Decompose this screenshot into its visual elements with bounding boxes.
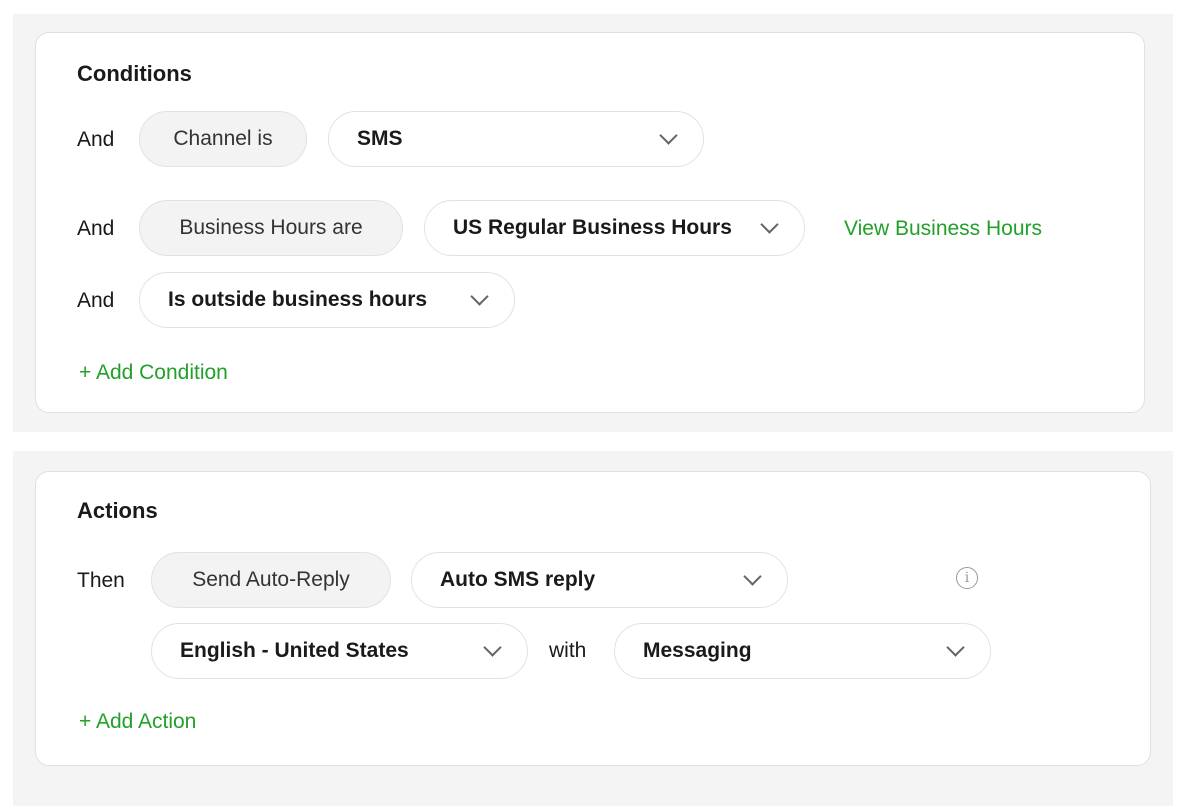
- chevron-down-icon: [483, 637, 502, 657]
- hours-status-select[interactable]: Is outside business hours: [139, 272, 515, 328]
- condition-connector: And: [77, 289, 115, 312]
- business-hours-value: US Regular Business Hours: [453, 216, 732, 239]
- add-action-button[interactable]: + Add Action: [79, 710, 196, 734]
- condition-connector: And: [77, 217, 115, 240]
- conditions-title: Conditions: [77, 61, 192, 86]
- condition-connector: And: [77, 128, 115, 151]
- language-value: English - United States: [180, 639, 409, 662]
- action-connector: Then: [77, 569, 125, 592]
- reply-select[interactable]: Auto SMS reply: [411, 552, 788, 608]
- conditions-panel: Conditions And Channel is SMS And Busine…: [13, 14, 1173, 432]
- chevron-down-icon: [659, 125, 678, 145]
- condition-field-business-hours[interactable]: Business Hours are: [139, 200, 403, 256]
- reply-value: Auto SMS reply: [440, 568, 596, 591]
- chevron-down-icon: [470, 286, 489, 306]
- condition-field-channel[interactable]: Channel is: [139, 111, 307, 167]
- hours-status-value: Is outside business hours: [168, 288, 428, 311]
- view-business-hours-link[interactable]: View Business Hours: [844, 217, 1042, 241]
- channel-value: SMS: [357, 127, 403, 150]
- chevron-down-icon: [946, 637, 965, 657]
- action-type-pill[interactable]: Send Auto-Reply: [151, 552, 391, 608]
- condition-field-label: Channel is: [173, 127, 273, 150]
- condition-field-label: Business Hours are: [179, 216, 363, 239]
- add-condition-button[interactable]: + Add Condition: [79, 361, 228, 385]
- conditions-card: Conditions And Channel is SMS And Busine…: [35, 32, 1145, 413]
- with-label: with: [549, 639, 587, 662]
- info-icon[interactable]: i: [956, 567, 978, 589]
- actions-panel: Actions Then Send Auto-Reply Auto SMS re…: [13, 451, 1173, 806]
- channel-select[interactable]: SMS: [328, 111, 704, 167]
- chevron-down-icon: [743, 566, 762, 586]
- actions-title: Actions: [77, 498, 158, 523]
- business-hours-select[interactable]: US Regular Business Hours: [424, 200, 805, 256]
- chevron-down-icon: [760, 214, 779, 234]
- language-select[interactable]: English - United States: [151, 623, 528, 679]
- action-type-label: Send Auto-Reply: [192, 568, 350, 591]
- actions-card: Actions Then Send Auto-Reply Auto SMS re…: [35, 471, 1151, 766]
- message-channel-value: Messaging: [643, 639, 752, 662]
- message-channel-select[interactable]: Messaging: [614, 623, 991, 679]
